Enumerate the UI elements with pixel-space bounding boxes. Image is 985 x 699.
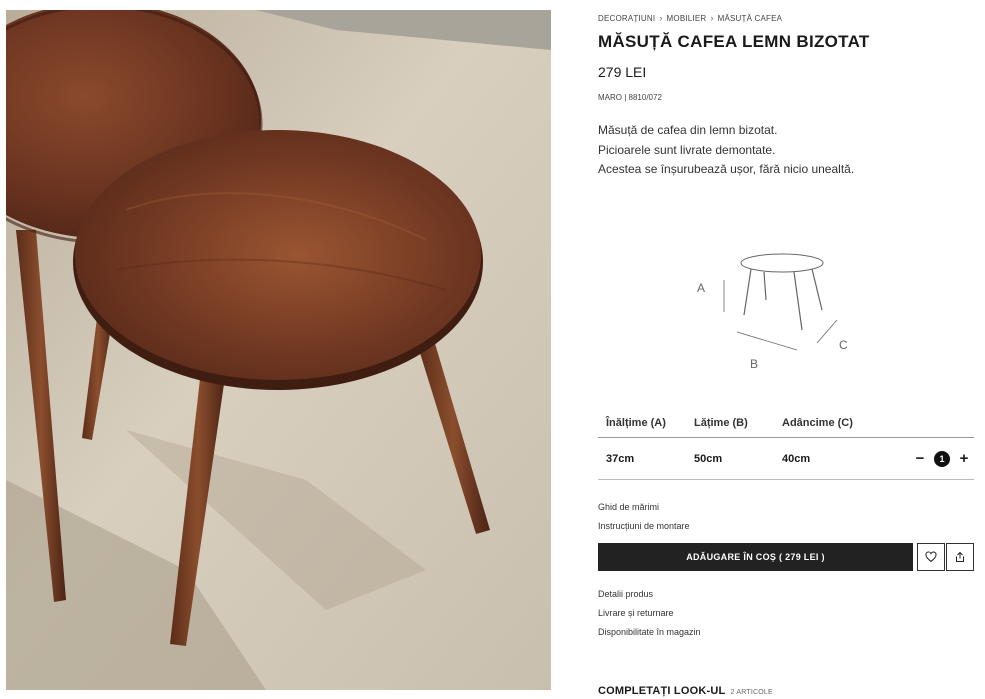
delivery-returns-link[interactable]: Livrare și returnare — [598, 608, 674, 618]
value-depth: 40cm — [782, 452, 811, 465]
quantity-value: 1 — [934, 450, 950, 467]
store-availability-link[interactable]: Disponibilitate în magazin — [598, 627, 701, 637]
product-description: Măsuță de cafea din lemn bizotat. Picioa… — [598, 121, 854, 180]
description-line: Măsuță de cafea din lemn bizotat. — [598, 123, 778, 137]
share-icon — [956, 551, 964, 562]
complete-look-count: 2 ARTICOLE — [730, 689, 773, 696]
product-details-link[interactable]: Detalii produs — [598, 589, 653, 599]
assembly-instructions-link[interactable]: Instrucțiuni de montare — [598, 521, 690, 531]
diagram-label-b: B — [750, 357, 758, 371]
dimension-diagram: A B C — [694, 250, 864, 375]
value-width: 50cm — [694, 452, 723, 465]
breadcrumb-masuta-cafea[interactable]: MĂSUȚĂ CAFEA — [718, 14, 783, 23]
dimensions-table: Înălțime (A) Lățime (B) Adâncime (C) 37c… — [598, 408, 974, 480]
dimensions-header: Înălțime (A) Lățime (B) Adâncime (C) — [598, 408, 974, 438]
favorite-button[interactable] — [917, 543, 945, 571]
header-width: Lățime (B) — [694, 416, 748, 429]
dimensions-row: 37cm 50cm 40cm − 1 + — [598, 438, 974, 480]
chevron-right-icon: › — [659, 13, 663, 23]
quantity-stepper: − 1 + — [914, 450, 974, 467]
decrease-quantity-button[interactable]: − — [914, 451, 926, 466]
header-height: Înălțime (A) — [606, 416, 666, 429]
value-height: 37cm — [606, 452, 635, 465]
heart-icon — [925, 551, 937, 563]
diagram-label-c: C — [839, 338, 848, 352]
breadcrumb-decoratiuni[interactable]: DECORAȚIUNI — [598, 14, 655, 23]
product-title: MĂSUȚĂ CAFEA LEMN BIZOTAT — [598, 32, 870, 51]
description-line: Acestea se înșurubează ușor, fără nicio … — [598, 162, 855, 176]
product-info-panel: DECORAȚIUNI › MOBILIER › MĂSUȚĂ CAFEA MĂ… — [598, 0, 974, 699]
product-reference: MARO | 8810/072 — [598, 93, 662, 102]
share-button[interactable] — [946, 543, 974, 571]
header-depth: Adâncime (C) — [782, 416, 853, 429]
size-guide-link[interactable]: Ghid de mărimi — [598, 502, 659, 512]
increase-quantity-button[interactable]: + — [958, 451, 970, 466]
product-image[interactable] — [6, 10, 551, 690]
breadcrumb-mobilier[interactable]: MOBILIER — [667, 14, 707, 23]
add-to-cart-button[interactable]: ADĂUGARE ÎN COȘ ( 279 LEI ) — [598, 543, 913, 571]
chevron-right-icon: › — [710, 13, 714, 23]
product-price: 279 LEI — [598, 64, 647, 80]
breadcrumb: DECORAȚIUNI › MOBILIER › MĂSUȚĂ CAFEA — [598, 13, 782, 23]
complete-look-label: COMPLETAȚI LOOK-UL — [598, 685, 726, 697]
complete-look-heading[interactable]: COMPLETAȚI LOOK-UL 2 ARTICOLE — [598, 685, 773, 697]
diagram-label-a: A — [697, 281, 705, 295]
description-line: Picioarele sunt livrate demontate. — [598, 142, 776, 157]
